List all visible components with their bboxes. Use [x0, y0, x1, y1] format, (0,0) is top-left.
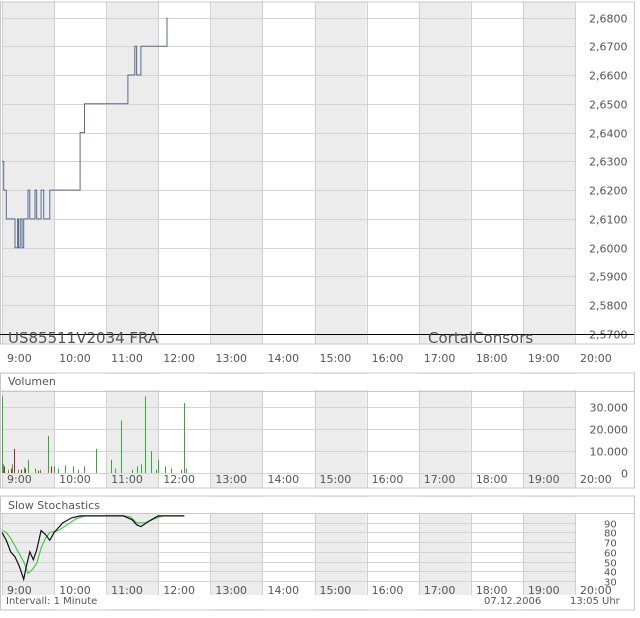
- price-y-tick-label: 2,6400: [589, 128, 628, 141]
- stoch-y-tick-label: 70: [604, 539, 617, 550]
- volume-panel: Volumen 0 10.000 20.000 30.000 9:00 10:00 11:00…: [0, 372, 635, 489]
- volume-x-tick-label: 19:00: [528, 473, 560, 486]
- stoch-y-tick-label: 60: [604, 549, 617, 560]
- volume-x-tick-label: 10:00: [59, 473, 91, 486]
- price-y-tick-label: 2,6200: [589, 185, 628, 198]
- price-x-tick-label: 20:00: [580, 352, 612, 365]
- volume-y-tick-label: 30.000: [590, 402, 629, 415]
- stoch-y-tick-label: 90: [604, 520, 617, 531]
- broker-watermark: CortalConsors: [428, 329, 533, 347]
- stochastics-panel: Slow Stochastics304050607080909:00 10:00 1…: [0, 495, 635, 611]
- price-x-tick-label: 17:00: [424, 352, 456, 365]
- volume-y-tick-label: 20.000: [590, 424, 629, 437]
- volume-hour-band: [418, 373, 471, 488]
- price-x-tick-label: 12:00: [163, 352, 195, 365]
- price-y-tick-label: 2,5900: [589, 271, 628, 284]
- volume-x-tick-label: 20:00: [580, 473, 612, 486]
- price-hour-band: [2, 2, 55, 344]
- price-x-tick-label: 14:00: [267, 352, 299, 365]
- price-y-tick-label: 2,6300: [589, 156, 628, 169]
- price-y-tick-label: 2,5800: [589, 300, 628, 313]
- price-hour-band: [314, 2, 367, 344]
- volume-title: Volumen: [8, 375, 56, 388]
- price-y-tick-label: 2,6700: [589, 41, 628, 54]
- stoch-x-tick-label: 15:00: [320, 584, 352, 597]
- price-x-tick-label: 19:00: [528, 352, 560, 365]
- price-x-tick-label: 18:00: [476, 352, 508, 365]
- volume-x-tick-label: 11:00: [111, 473, 143, 486]
- price-x-tick-label: 11:00: [111, 352, 143, 365]
- price-y-tick-label: 2,6100: [589, 214, 628, 227]
- volume-y-tick-label: 0: [621, 468, 628, 481]
- price-y-tick-label: 2,6500: [589, 99, 628, 112]
- price-hour-band: [418, 2, 471, 344]
- volume-title-strip: [1, 374, 634, 390]
- stoch-title: Slow Stochastics: [8, 499, 100, 512]
- stoch-x-tick-label: 14:00: [267, 584, 299, 597]
- price-x-tick-label: 15:00: [320, 352, 352, 365]
- stoch-x-tick-label: 12:00: [163, 584, 195, 597]
- price-y-tick-label: 2,6600: [589, 70, 628, 83]
- price-hour-band: [210, 2, 263, 344]
- stoch-x-tick-label: 13:00: [215, 584, 247, 597]
- volume-x-tick-label: 9:00: [7, 473, 32, 486]
- date-label: 07.12.2006: [484, 596, 542, 607]
- stoch-x-tick-label: 17:00: [424, 584, 456, 597]
- price-y-tick-label: 2,6800: [589, 13, 628, 26]
- volume-x-tick-label: 17:00: [424, 473, 456, 486]
- volume-x-tick-label: 14:00: [267, 473, 299, 486]
- volume-hour-band: [314, 373, 367, 488]
- volume-x-tick-label: 13:00: [215, 473, 247, 486]
- stoch-y-tick-label: 50: [604, 559, 617, 570]
- volume-hour-band: [210, 373, 263, 488]
- stoch-x-tick-label: 16:00: [372, 584, 404, 597]
- volume-x-tick-label: 15:00: [320, 473, 352, 486]
- price-y-tick-label: 2,6000: [589, 243, 628, 256]
- time-label: 13:05 Uhr: [570, 596, 620, 607]
- interval-label: Intervall: 1 Minute: [6, 596, 98, 607]
- price-x-tick-label: 16:00: [372, 352, 404, 365]
- price-x-tick-label: 9:00: [7, 352, 32, 365]
- chart-figure: 2,5700 2,5800 2,5900 2,6000 2,6100 2,6200 2,63…: [0, 0, 640, 614]
- isin-watermark: US85511V2034 FRA: [8, 329, 159, 347]
- stoch-x-tick-label: 11:00: [111, 584, 143, 597]
- price-x-tick-label: 13:00: [215, 352, 247, 365]
- price-hour-band: [106, 2, 159, 344]
- volume-hour-band: [522, 373, 575, 488]
- volume-x-tick-label: 18:00: [476, 473, 508, 486]
- chart-canvas: 2,57002,58002,59002,60002,61002,62002,63…: [0, 1, 635, 611]
- volume-x-tick-label: 12:00: [163, 473, 195, 486]
- price-panel: 2,57002,58002,59002,60002,61002,62002,63…: [0, 1, 635, 365]
- price-x-tick-label: 10:00: [59, 352, 91, 365]
- price-hour-band: [522, 2, 575, 344]
- volume-y-tick-label: 10.000: [590, 446, 629, 459]
- volume-x-tick-label: 16:00: [372, 473, 404, 486]
